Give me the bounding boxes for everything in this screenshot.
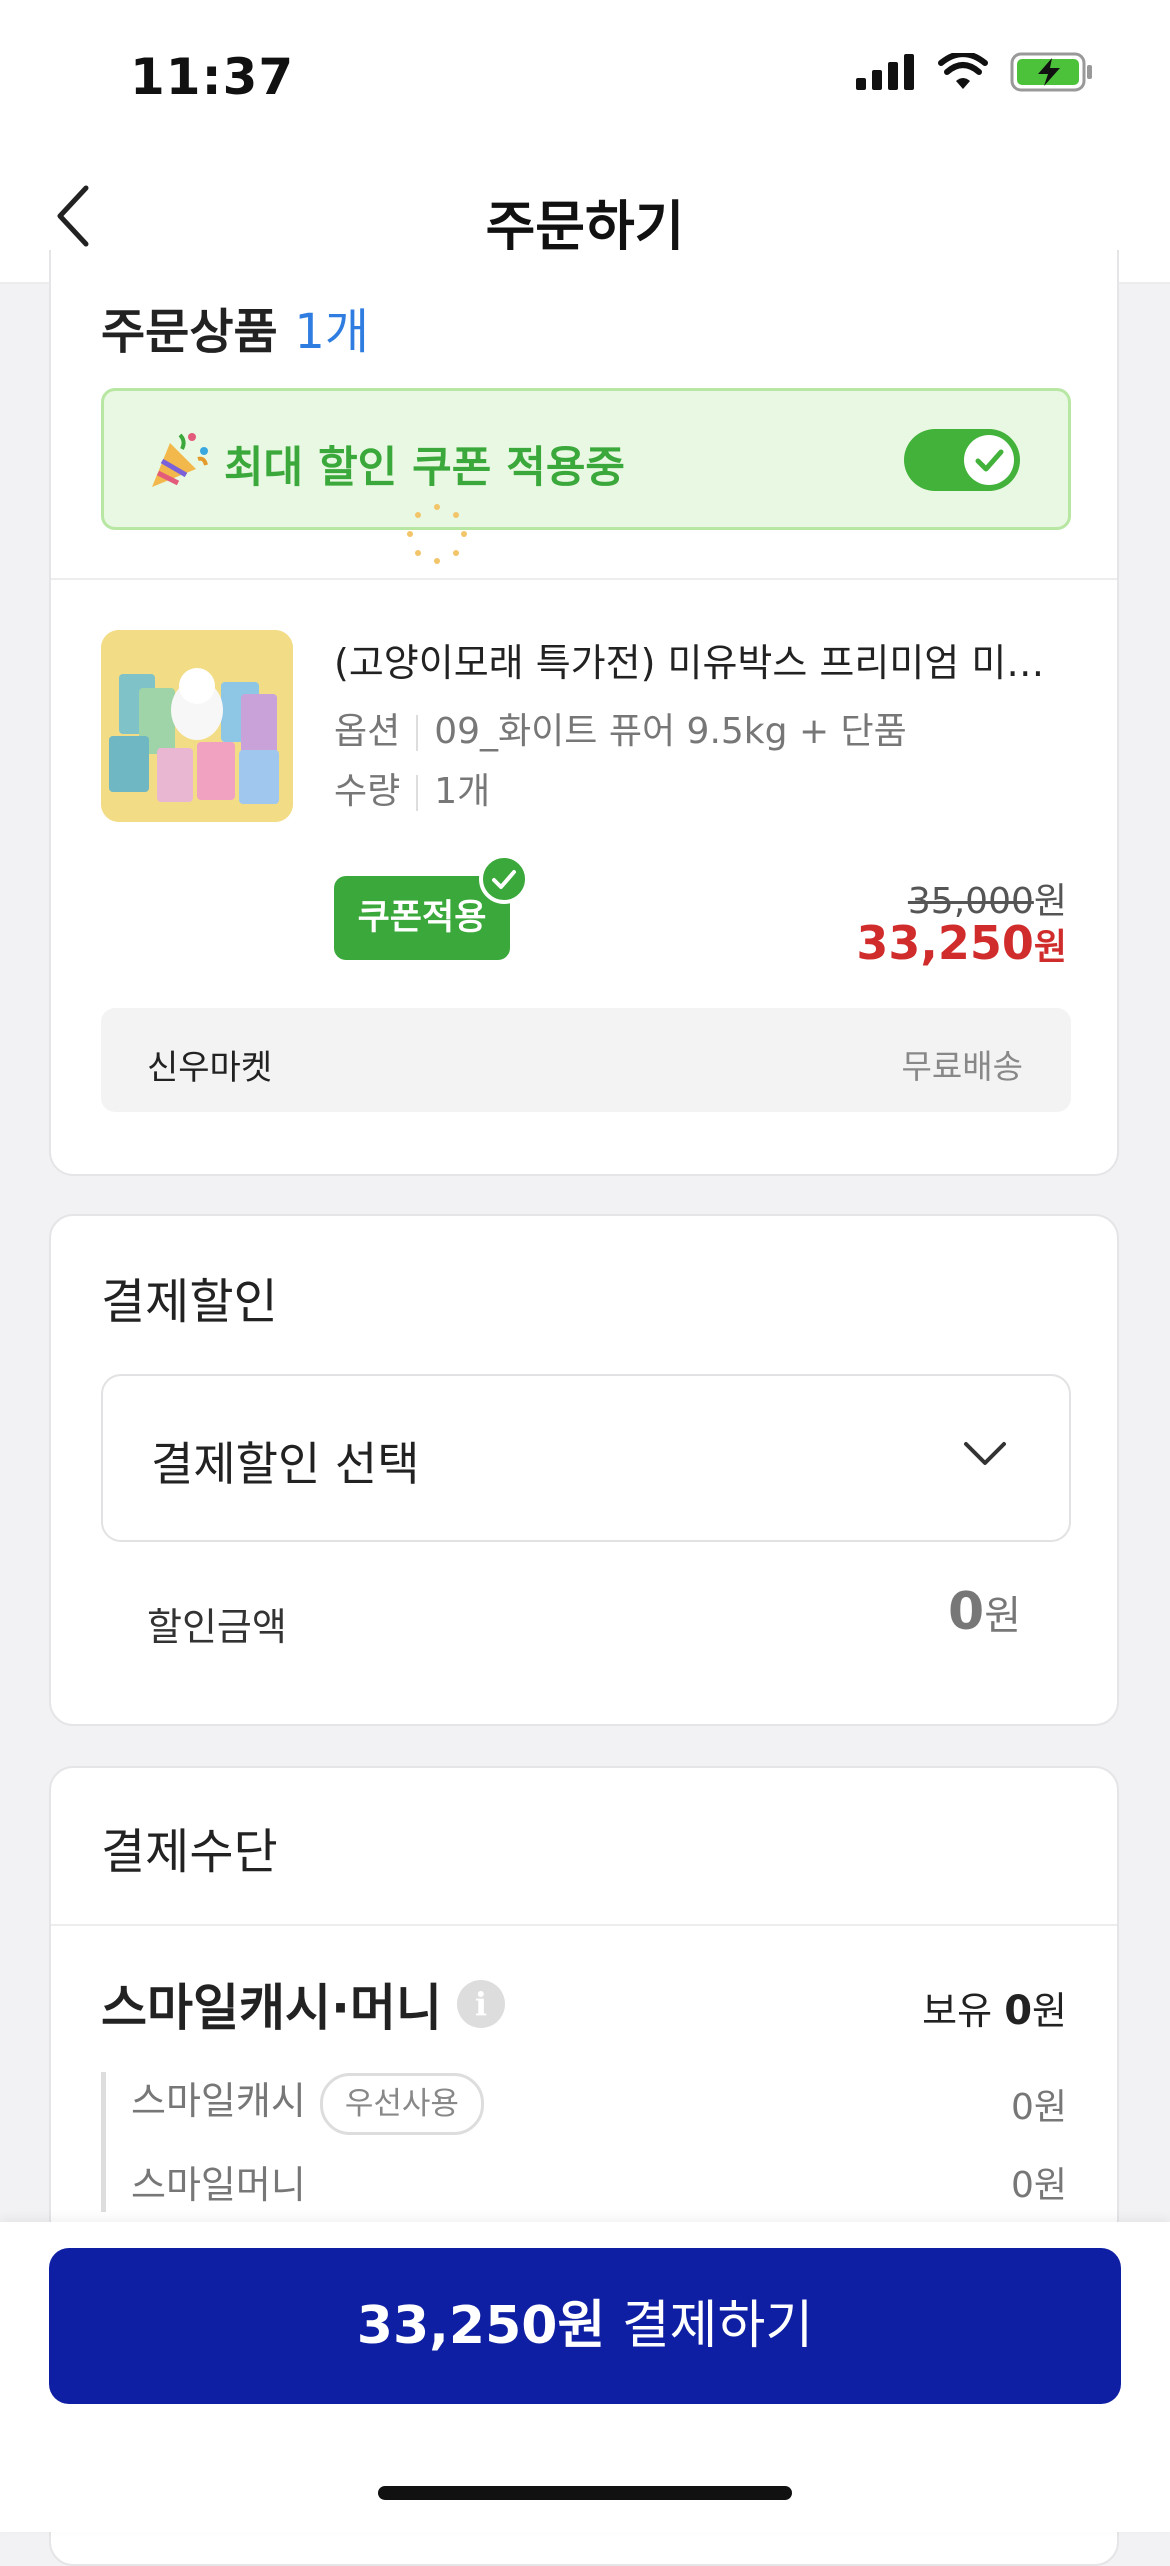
sub-list-bar bbox=[101, 2072, 106, 2212]
divider bbox=[51, 1924, 1117, 1926]
pay-button[interactable]: 33,250원 결제하기 bbox=[49, 2248, 1121, 2404]
separator bbox=[416, 715, 419, 751]
pay-label: 결제하기 bbox=[621, 2296, 814, 2356]
bottom-pay-bar: 33,250원 결제하기 bbox=[0, 2222, 1170, 2532]
coupon-banner-text: 최대 할인 쿠폰 적용중 bbox=[224, 443, 625, 493]
party-popper-icon bbox=[152, 433, 208, 487]
divider bbox=[51, 578, 1117, 580]
shipping-info: 무료배송 bbox=[901, 1047, 1023, 1086]
discount-amount-label: 할인금액 bbox=[147, 1605, 287, 1649]
wifi-icon bbox=[938, 53, 988, 89]
payment-method-title: 결제수단 bbox=[101, 1824, 278, 1880]
smile-cash-label: 스마일캐시 bbox=[131, 2079, 306, 2123]
payment-discount-select[interactable]: 결제할인 선택 bbox=[101, 1374, 1071, 1542]
chevron-down-icon bbox=[964, 1442, 1006, 1465]
payment-discount-title: 결제할인 bbox=[101, 1274, 278, 1330]
seller-shipping-box: 신우마켓 무료배송 bbox=[101, 1008, 1071, 1112]
smile-money-value: 0원 bbox=[1010, 2165, 1067, 2206]
separator bbox=[416, 775, 419, 811]
pay-amount: 33,250원 bbox=[356, 2296, 606, 2356]
smile-holding: 보유 0원 bbox=[922, 1988, 1067, 2034]
order-items-label: 주문상품 bbox=[101, 304, 278, 360]
coupon-check-icon bbox=[479, 854, 529, 904]
smile-money-label: 스마일머니 bbox=[131, 2163, 306, 2207]
option-value: 09_화이트 퓨어 9.5kg + 단품 bbox=[434, 711, 907, 752]
battery-charging-icon bbox=[1010, 52, 1092, 92]
smile-cash-money-label: 스마일캐시·머니 bbox=[101, 1979, 442, 2037]
max-coupon-banner: 최대 할인 쿠폰 적용중 bbox=[101, 388, 1071, 564]
loading-sparkle-icon bbox=[407, 504, 467, 564]
status-time: 11:37 bbox=[130, 48, 295, 106]
priority-use-pill[interactable]: 우선사용 bbox=[319, 2072, 484, 2135]
info-icon[interactable]: i bbox=[457, 1980, 505, 2028]
home-indicator bbox=[378, 2486, 792, 2500]
qty-value: 1개 bbox=[434, 771, 491, 812]
product-image-icon bbox=[101, 630, 293, 822]
product-thumbnail[interactable] bbox=[101, 630, 293, 822]
status-bar: 11:37 bbox=[0, 0, 1170, 150]
product-name[interactable]: (고양이모래 특가전) 미유박스 프리미엄 미… bbox=[334, 632, 1074, 687]
discount-amount-value: 0원 bbox=[948, 1582, 1021, 1642]
select-placeholder: 결제할인 선택 bbox=[151, 1437, 420, 1491]
coupon-toggle[interactable] bbox=[904, 429, 1020, 491]
order-items-count: 1개 bbox=[294, 304, 370, 360]
product-qty-row: 수량 1개 bbox=[334, 762, 490, 814]
payment-discount-card: 결제할인 결제할인 선택 할인금액 0원 bbox=[49, 1214, 1119, 1726]
product-option-row: 옵션 09_화이트 퓨어 9.5kg + 단품 bbox=[334, 702, 907, 754]
sale-price: 33,250원 bbox=[856, 916, 1067, 970]
seller-name: 신우마켓 bbox=[147, 1048, 273, 1088]
order-items-card: 주문상품 1개 최대 할인 쿠폰 적용중 (고양이모래 특가전) 미유박스 프리… bbox=[49, 250, 1119, 1176]
toggle-knob bbox=[964, 435, 1014, 485]
smile-cash-value: 0원 bbox=[1010, 2087, 1067, 2128]
smile-cash-row: 스마일캐시 우선사용 bbox=[131, 2070, 484, 2135]
check-icon bbox=[975, 449, 1004, 472]
order-items-title: 주문상품 1개 bbox=[101, 292, 369, 362]
status-icons bbox=[856, 52, 1094, 92]
qty-label: 수량 bbox=[334, 771, 401, 812]
option-label: 옵션 bbox=[334, 711, 401, 752]
signal-icon bbox=[856, 54, 914, 90]
